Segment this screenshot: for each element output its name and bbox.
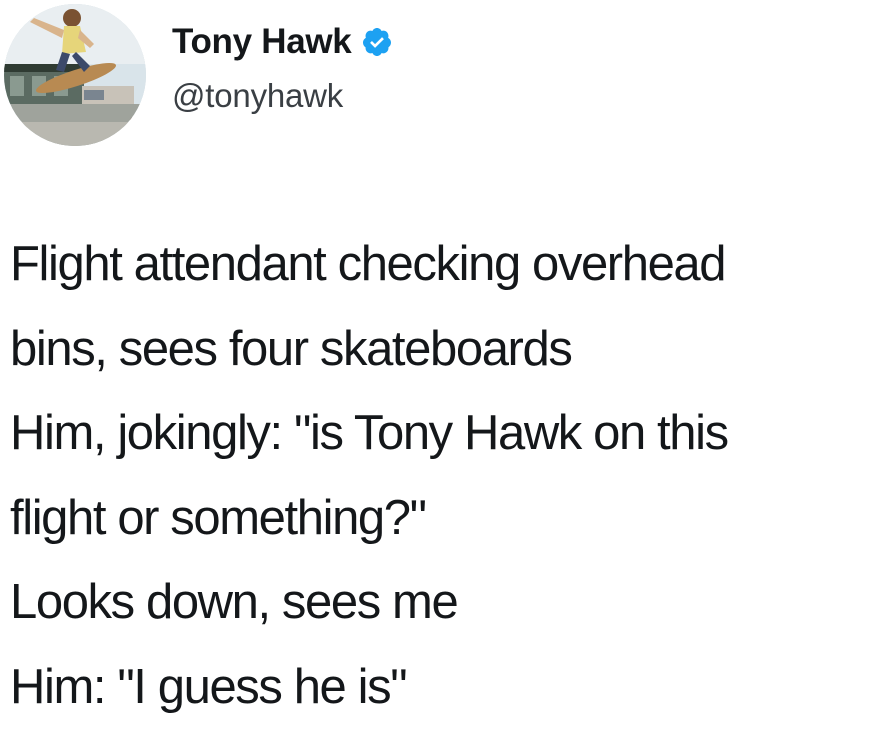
display-name[interactable]: Tony Hawk — [172, 20, 352, 64]
author-handle[interactable]: @tonyhawk — [172, 74, 393, 118]
tweet-text-line: Looks down, sees me — [10, 575, 459, 629]
avatar-image — [4, 4, 146, 146]
tweet-card: Tony Hawk @tonyhawk Flight attendant che… — [0, 0, 870, 734]
tweet-text: Flight attendant checking overhead bins,… — [10, 222, 870, 729]
name-row: Tony Hawk — [172, 20, 393, 64]
verified-badge-icon — [361, 26, 393, 58]
tweet-text-line: Him, jokingly: "is Tony Hawk on this — [10, 406, 729, 460]
tweet-text-line: Him: "I guess he is" — [10, 659, 408, 714]
author-block: Tony Hawk @tonyhawk — [172, 20, 393, 118]
tweet-text-line: flight or something?" — [10, 490, 427, 545]
tweet-header: Tony Hawk @tonyhawk — [0, 0, 870, 160]
avatar[interactable] — [4, 4, 146, 146]
tweet-text-line: bins, sees four skateboards — [10, 321, 573, 376]
tweet-text-line: Flight attendant checking overhead — [10, 237, 727, 291]
